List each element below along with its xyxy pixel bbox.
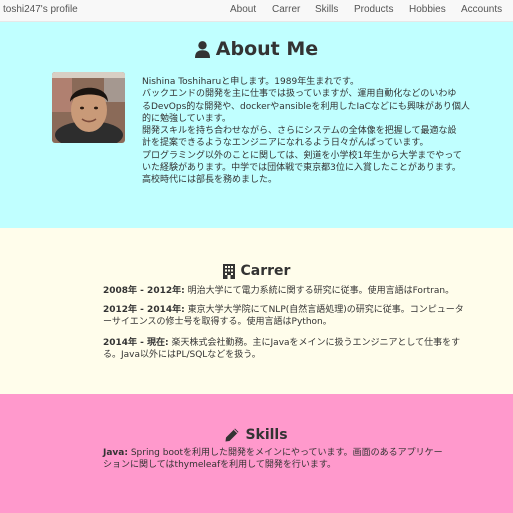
- brand-link[interactable]: toshi247's profile: [3, 4, 78, 15]
- skills-heading: Skills: [0, 425, 513, 445]
- carrer-entry-line: 2014年 - 現在: 楽天株式会社勤務。主にJavaをメインに扱うエンジニアと…: [103, 337, 503, 349]
- about-line: 開発スキルを持ち合わせながら、さらにシステムの全体像を把握して最適な設: [142, 126, 457, 137]
- skills-entry-line: Java: Spring bootを利用した開発をメインにやっています。画面のあ…: [103, 447, 503, 459]
- about-line: 高校時代には部長を務めました。: [142, 175, 278, 186]
- user-icon: [194, 40, 210, 58]
- carrer-text: 明治大学にて電力系統に関する研究に従事。使用言語はFortran。: [187, 286, 455, 296]
- nav-skills[interactable]: Skills: [315, 4, 338, 15]
- carrer-title: Carrer: [240, 263, 291, 279]
- carrer-entry: 2012年 - 2014年: 東京大学大学院にてNLP(自然言語処理)の研究に従…: [103, 304, 503, 329]
- skills-section: Skills Java: Spring bootを利用した開発をメインにやってい…: [0, 394, 513, 513]
- carrer-period: 2012年 - 2014年:: [103, 305, 185, 315]
- nav-accounts[interactable]: Accounts: [461, 4, 502, 15]
- about-line: いた経験があります。中学では団体戦で東京都3位に入賞したことがあります。: [142, 163, 461, 174]
- carrer-entry-line: ーサイエンスの修士号を取得する。使用言語はPython。: [103, 317, 332, 328]
- skill-label: Java:: [103, 448, 128, 458]
- carrer-text: 東京大学大学院にてNLP(自然言語処理)の研究に従事。コンピュータ: [187, 305, 464, 315]
- about-line: プログラミング以外のことに関しては、剣道を小学校1年生から大学までやって: [142, 150, 462, 161]
- nav-hobbies[interactable]: Hobbies: [409, 4, 446, 15]
- profile-photo: [52, 72, 125, 143]
- about-section: About Me Nishina Toshiharuと申します。1989年生まれ…: [0, 22, 513, 228]
- about-heading: About Me: [0, 36, 513, 62]
- skills-title: Skills: [245, 427, 288, 443]
- carrer-entry-line: 2012年 - 2014年: 東京大学大学院にてNLP(自然言語処理)の研究に従…: [103, 304, 503, 316]
- carrer-section: Carrer 2008年 - 2012年: 明治大学にて電力系統に関する研究に従…: [0, 228, 513, 394]
- about-line: バックエンドの開発を主に仕事では扱っていますが、運用自動化などのいわゆ: [142, 89, 457, 100]
- carrer-period: 2014年 - 現在:: [103, 338, 169, 348]
- about-text: Nishina Toshiharuと申します。1989年生まれです。 バックエン…: [142, 76, 512, 187]
- pencil-icon: [225, 428, 239, 442]
- navbar: toshi247's profile About Carrer Skills P…: [0, 0, 513, 22]
- about-line: るDevOps的な開発や、dockerやansibleを利用したIaCなどにも興…: [142, 101, 470, 112]
- nav-carrer[interactable]: Carrer: [272, 4, 300, 15]
- carrer-entry: 2014年 - 現在: 楽天株式会社勤務。主にJavaをメインに扱うエンジニアと…: [103, 337, 503, 362]
- building-icon: [222, 263, 235, 279]
- carrer-heading: Carrer: [0, 261, 513, 281]
- about-line: Nishina Toshiharuと申します。1989年生まれです。: [142, 77, 360, 87]
- carrer-entry-line: る。Java以外にはPL/SQLなどを扱う。: [103, 350, 261, 361]
- about-line: 的に勉強しています。: [142, 113, 231, 124]
- skills-entry: Java: Spring bootを利用した開発をメインにやっています。画面のあ…: [103, 447, 503, 472]
- about-line: 計を提案できるようなエンジニアになれるよう日々がんばっています。: [142, 138, 429, 149]
- carrer-text: 楽天株式会社勤務。主にJavaをメインに扱うエンジニアとして仕事をす: [171, 338, 461, 348]
- skill-text: Spring bootを利用した開発をメインにやっています。画面のあるアプリケー: [130, 448, 443, 458]
- carrer-entry: 2008年 - 2012年: 明治大学にて電力系統に関する研究に従事。使用言語は…: [103, 285, 503, 297]
- about-title: About Me: [215, 38, 319, 60]
- carrer-entry-line: 2008年 - 2012年: 明治大学にて電力系統に関する研究に従事。使用言語は…: [103, 285, 503, 297]
- skills-entry-line: ションに関してはthymeleafを利用して開発を行います。: [103, 460, 336, 471]
- nav-about[interactable]: About: [230, 4, 256, 15]
- carrer-period: 2008年 - 2012年:: [103, 286, 185, 296]
- nav-products[interactable]: Products: [354, 4, 393, 15]
